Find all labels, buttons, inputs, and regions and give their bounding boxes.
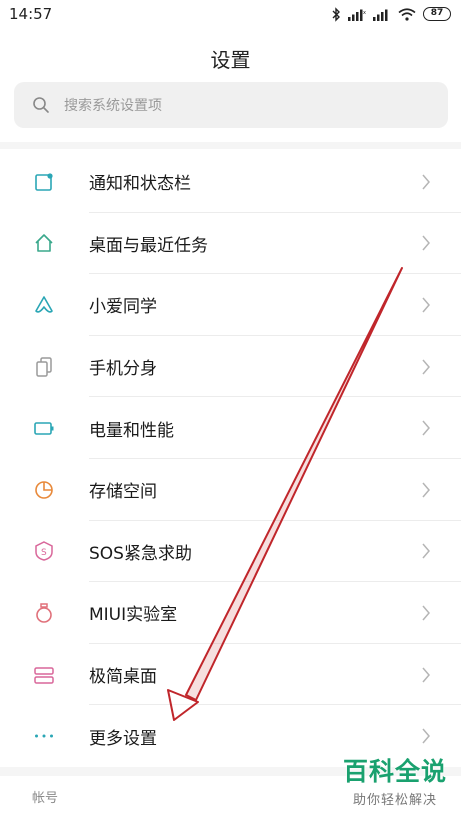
- settings-item-label: 存储空间: [89, 482, 157, 503]
- settings-item-dual-apps[interactable]: 手机分身: [0, 336, 461, 398]
- divider: [0, 142, 461, 149]
- watermark: 百科全说 助你轻松解决: [343, 752, 447, 808]
- settings-item-label: 电量和性能: [89, 420, 174, 441]
- settings-item-label: 小爱同学: [89, 297, 157, 318]
- settings-item-label: 极简桌面: [89, 667, 157, 688]
- svg-text:x: x: [363, 10, 366, 16]
- status-bar: 14:57 x 87: [0, 0, 461, 28]
- settings-item-label: 手机分身: [89, 359, 157, 380]
- chevron-right-icon: [422, 728, 430, 744]
- status-time: 14:57: [9, 5, 53, 23]
- storage-pie-icon: [35, 480, 53, 499]
- chevron-right-icon: [422, 420, 430, 436]
- battery-icon: 87: [423, 7, 451, 21]
- settings-item-battery[interactable]: 电量和性能: [0, 397, 461, 459]
- battery-icon: [34, 422, 54, 435]
- settings-item-notifications[interactable]: 通知和状态栏: [0, 151, 461, 213]
- settings-item-label: 桌面与最近任务: [89, 235, 208, 256]
- settings-list: 通知和状态栏 桌面与最近任务 小爱同学 手机分身 电量和性能 存储空间 S SO…: [0, 151, 461, 767]
- search-icon: [33, 97, 49, 113]
- bluetooth-icon: [332, 6, 340, 22]
- settings-item-desktop[interactable]: 桌面与最近任务: [0, 213, 461, 275]
- settings-item-storage[interactable]: 存储空间: [0, 459, 461, 521]
- chevron-right-icon: [422, 297, 430, 313]
- settings-item-label: MIUI实验室: [89, 605, 178, 626]
- notification-icon: [35, 173, 53, 191]
- signal-icon: [373, 9, 388, 21]
- chevron-right-icon: [422, 605, 430, 621]
- chevron-right-icon: [422, 235, 430, 251]
- page-title: 设置: [210, 48, 251, 72]
- chevron-right-icon: [422, 482, 430, 498]
- xiaoai-icon: [35, 296, 53, 313]
- chevron-right-icon: [422, 359, 430, 375]
- sos-icon: S: [35, 541, 53, 562]
- watermark-tagline: 助你轻松解决: [352, 793, 437, 808]
- watermark-logo: 百科全说: [342, 757, 447, 786]
- more-dots-icon: [35, 734, 53, 738]
- settings-item-simple-desktop[interactable]: 极简桌面: [0, 644, 461, 706]
- wifi-icon: [398, 7, 416, 21]
- svg-text:S: S: [41, 548, 47, 558]
- chevron-right-icon: [422, 174, 430, 190]
- simple-desktop-icon: [34, 666, 54, 684]
- signal-icon: x: [348, 9, 366, 21]
- settings-item-xiaoai[interactable]: 小爱同学: [0, 274, 461, 336]
- search-placeholder: 搜索系统设置项: [64, 98, 162, 114]
- status-icons: x 87: [332, 5, 451, 23]
- search-input[interactable]: 搜索系统设置项: [14, 82, 448, 128]
- settings-item-sos[interactable]: S SOS紧急求助: [0, 521, 461, 583]
- section-header-account: 帐号: [32, 791, 59, 806]
- settings-item-miui-lab[interactable]: MIUI实验室: [0, 582, 461, 644]
- home-icon: [35, 234, 53, 253]
- dual-phone-icon: [36, 356, 52, 377]
- settings-item-label: 通知和状态栏: [89, 174, 191, 195]
- chevron-right-icon: [422, 667, 430, 683]
- settings-item-label: SOS紧急求助: [89, 543, 192, 564]
- chevron-right-icon: [422, 543, 430, 559]
- settings-item-label: 更多设置: [89, 728, 157, 749]
- lab-flask-icon: [36, 603, 52, 623]
